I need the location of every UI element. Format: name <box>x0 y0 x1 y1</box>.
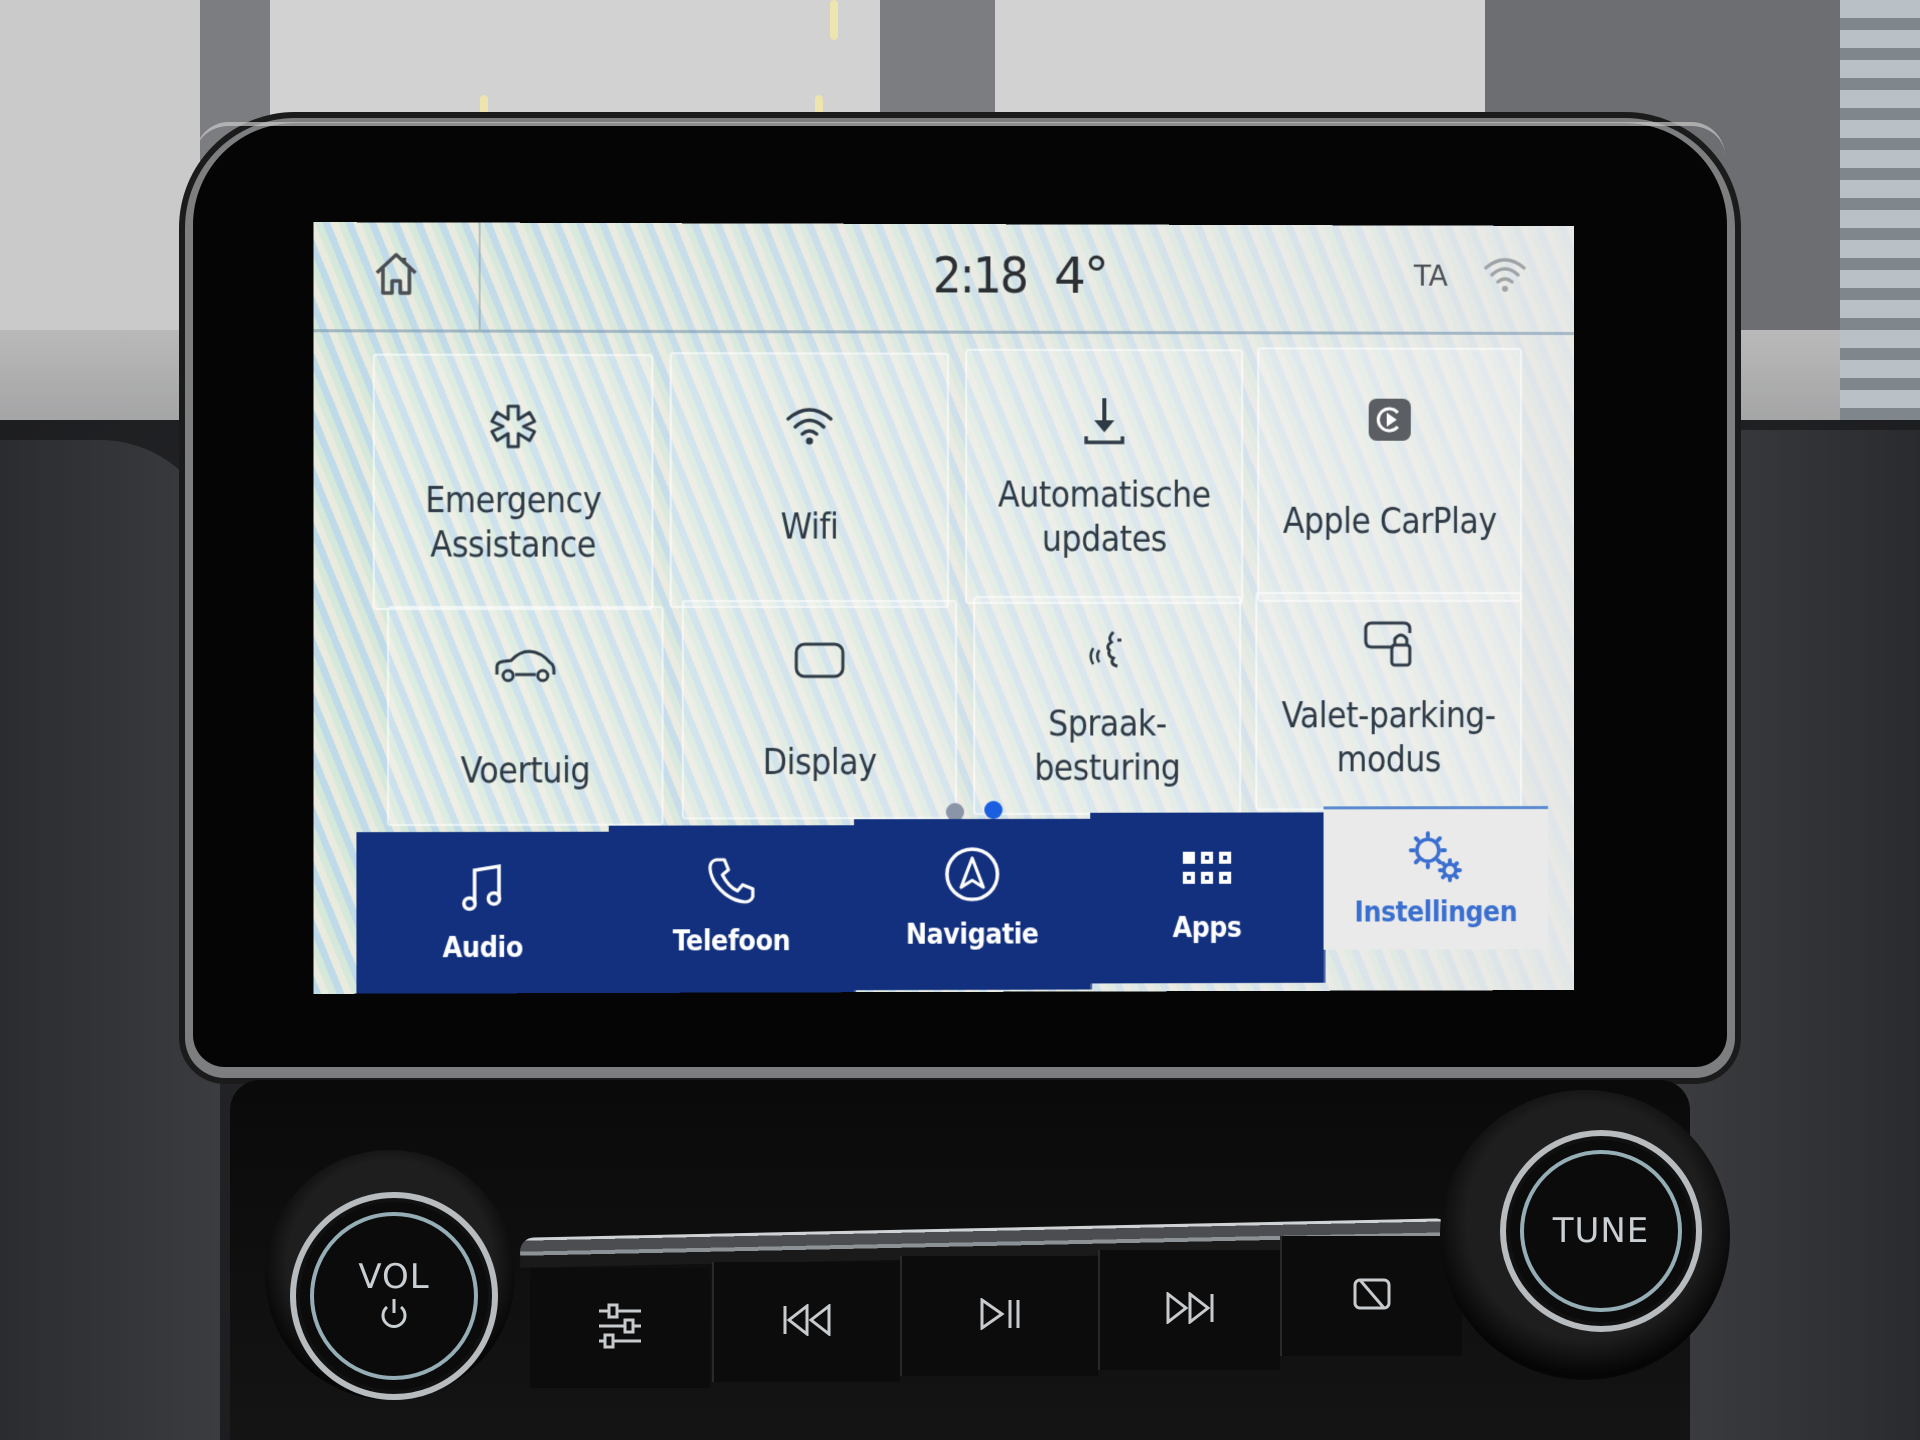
tile-label: Voertuig <box>460 751 591 792</box>
tile-label: Spraak-besturing <box>1034 704 1181 789</box>
tile-apple-carplay[interactable]: Apple CarPlay <box>1257 347 1522 602</box>
tile-valet-parking-mode[interactable]: Valet-parking-modus <box>1255 591 1522 811</box>
voice-control-icon <box>1085 622 1129 682</box>
tile-label: Display <box>762 742 877 784</box>
home-button[interactable] <box>313 222 481 330</box>
settings-gears-icon <box>1406 827 1466 889</box>
background-window <box>0 0 200 330</box>
screen-off-icon <box>1352 1277 1392 1315</box>
next-track-icon <box>1164 1290 1216 1328</box>
tile-voice-control[interactable]: Spraak-besturing <box>973 595 1242 815</box>
tile-display[interactable]: Display <box>681 599 958 820</box>
nav-label: Telefoon <box>672 923 791 958</box>
volume-knob[interactable]: VOL <box>290 1192 498 1400</box>
power-icon <box>379 1297 409 1335</box>
tune-knob[interactable]: TUNE <box>1500 1130 1702 1332</box>
tile-label: Emergency Assistance <box>425 480 602 566</box>
nav-label: Audio <box>442 930 523 965</box>
nav-label: Navigatie <box>905 917 1039 951</box>
previous-track-icon <box>781 1302 833 1340</box>
navigation-arrow-icon <box>943 843 1002 905</box>
emergency-asterisk-icon <box>489 396 538 457</box>
tune-knob-label: TUNE <box>1552 1211 1650 1251</box>
next-track-button[interactable] <box>1098 1250 1280 1370</box>
outside-temperature: 4° <box>1053 246 1108 305</box>
car-icon <box>493 636 558 697</box>
valet-lock-icon <box>1362 614 1416 674</box>
tile-label: Valet-parking-modus <box>1281 696 1496 781</box>
tile-label: Wifi <box>780 507 839 548</box>
equalizer-icon <box>595 1303 645 1353</box>
tile-automatic-updates[interactable]: Automatische updates <box>965 348 1244 604</box>
play-pause-button[interactable] <box>900 1256 1098 1376</box>
play-pause-icon <box>978 1297 1022 1334</box>
nav-audio[interactable]: Audio <box>356 831 611 994</box>
tile-label: Apple CarPlay <box>1282 501 1497 542</box>
tile-label: Automatische updates <box>997 475 1211 560</box>
wifi-signal-icon <box>1482 254 1528 298</box>
bottom-navigation-bar: Audio Telefoon Navigatie Apps Instelling… <box>356 806 1549 994</box>
bezel-chrome-rim <box>195 122 1725 156</box>
nav-apps[interactable]: Apps <box>1090 812 1326 984</box>
volume-knob-label: VOL <box>358 1257 430 1297</box>
background-blinds <box>1840 0 1920 420</box>
tile-emergency-assistance[interactable]: Emergency Assistance <box>372 353 654 611</box>
traffic-announcement-indicator: TA <box>1413 259 1448 293</box>
nav-settings-active[interactable]: Instellingen <box>1323 806 1549 950</box>
nav-phone[interactable]: Telefoon <box>608 825 857 994</box>
home-icon <box>371 249 422 304</box>
status-bar: 2:18 4° TA <box>313 222 1574 335</box>
clock: 2:18 <box>932 246 1027 305</box>
nav-label: Apps <box>1172 910 1242 945</box>
page-indicator-dot-2-active[interactable] <box>984 800 1003 819</box>
equalizer-button[interactable] <box>530 1268 710 1388</box>
screen-off-button[interactable] <box>1280 1236 1462 1356</box>
apps-grid-icon <box>1181 837 1233 899</box>
tile-wifi[interactable]: Wifi <box>669 352 950 608</box>
infotainment-screen: 2:18 4° TA Emergency Assistance Wifi Auto… <box>313 222 1574 994</box>
ceiling-light <box>830 0 838 40</box>
tile-vehicle[interactable]: Voertuig <box>387 605 664 827</box>
nav-navigation[interactable]: Navigatie <box>854 818 1093 991</box>
previous-track-button[interactable] <box>712 1262 900 1382</box>
download-icon <box>1081 391 1127 451</box>
phone-icon <box>706 850 757 913</box>
nav-label: Instellingen <box>1354 895 1518 929</box>
display-icon <box>793 630 846 690</box>
music-note-icon <box>460 856 505 919</box>
carplay-icon <box>1368 390 1412 450</box>
wifi-icon <box>784 395 835 455</box>
